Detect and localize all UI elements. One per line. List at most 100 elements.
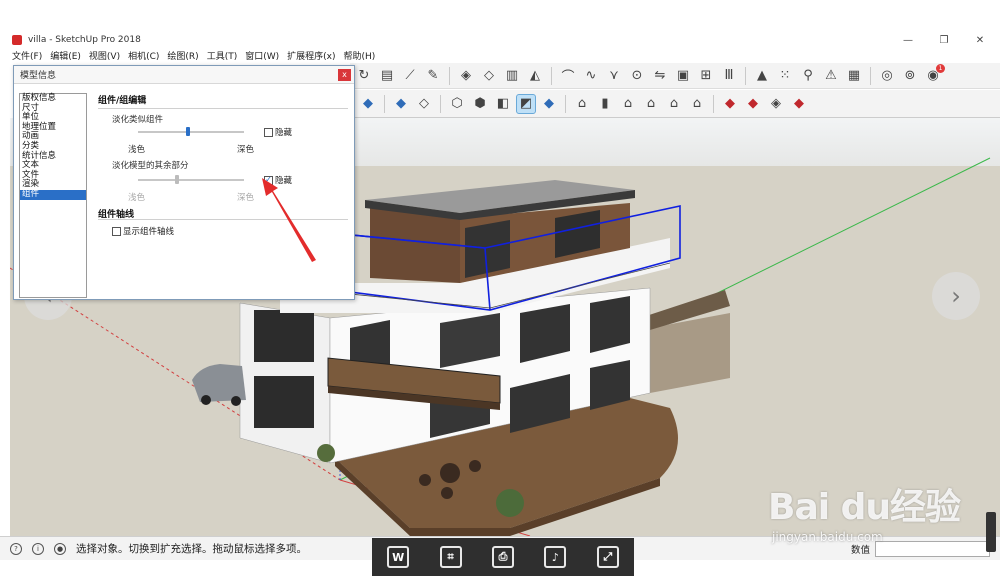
wireframe-icon[interactable]: ◇	[414, 94, 434, 114]
monochrome-icon[interactable]: ◩	[516, 93, 536, 114]
dialog-close-button[interactable]: x	[338, 69, 351, 81]
geo-location-icon[interactable]: ?	[10, 542, 22, 555]
menu-window[interactable]: 窗口(W)	[245, 49, 279, 62]
right-view-icon[interactable]: ⌂	[641, 94, 661, 114]
compass-icon[interactable]: ⚠	[821, 66, 841, 86]
component-icon[interactable]: ◈	[456, 66, 476, 86]
menu-help[interactable]: 帮助(H)	[344, 49, 376, 62]
menu-camera[interactable]: 相机(C)	[128, 49, 159, 62]
fade-rest-slider[interactable]	[138, 175, 244, 184]
box-icon[interactable]: ▣	[673, 66, 693, 86]
plant-pot	[317, 444, 335, 462]
style-icon[interactable]: ◆	[539, 94, 559, 114]
status-message: 选择对象。切换到扩充选择。拖动鼠标选择多项。	[76, 543, 307, 555]
print-icon[interactable]: ⎙	[491, 546, 514, 568]
show-axes-checkbox[interactable]	[112, 226, 121, 236]
parked-car	[192, 364, 246, 402]
flip-icon[interactable]: ⇋	[650, 66, 670, 86]
front-view-icon[interactable]: ⌂	[618, 94, 638, 114]
toolbar-separator	[713, 94, 714, 113]
toolbar-separator	[384, 94, 385, 113]
patio-table	[440, 463, 460, 483]
fade-similar-slider[interactable]	[138, 127, 244, 136]
dots-icon[interactable]: ⁙	[775, 66, 795, 86]
warehouse-icon[interactable]: ◆	[720, 94, 740, 114]
dark-caption-disabled: 深色	[237, 193, 255, 203]
slider-thumb[interactable]	[175, 175, 180, 184]
extension-icon[interactable]: ◉ 1	[923, 63, 945, 86]
share-model-icon[interactable]: ◆	[743, 94, 763, 114]
top-blank-frame	[0, 0, 1000, 32]
tape-icon[interactable]: ⟋	[400, 66, 420, 86]
crop-icon[interactable]: ⌗	[439, 546, 462, 568]
menu-edit[interactable]: 编辑(E)	[50, 49, 81, 62]
credits-icon[interactable]: i	[32, 542, 44, 555]
stamp-icon[interactable]: ⊙	[627, 66, 647, 86]
xray-icon[interactable]: ◆	[391, 94, 411, 114]
arc-icon[interactable]: ⌒	[558, 66, 578, 86]
rotate-icon[interactable]: ↻	[354, 66, 374, 86]
shaded-textures-icon[interactable]: ◧	[493, 94, 513, 114]
sketchup-logo-icon	[12, 35, 22, 45]
category-item-selected[interactable]: 组件	[20, 189, 86, 200]
slider-thumb[interactable]	[185, 127, 190, 136]
share-component-icon[interactable]: ◈	[766, 94, 786, 114]
hidden-line-icon[interactable]: ⬡	[447, 94, 467, 114]
shaded-icon[interactable]: ⬢	[470, 94, 490, 114]
toolbar-separator	[440, 94, 441, 113]
follow-icon[interactable]: ◭	[525, 66, 545, 86]
fade-similar-hide-row[interactable]: 隐藏	[264, 126, 292, 138]
dialog-content: 组件/组编辑 淡化类似组件 隐藏 浅色 深色 淡化模型的其余部分 ✓ 隐藏 浅色…	[98, 93, 348, 293]
top-view-icon[interactable]: ▮	[595, 94, 615, 114]
expand-icon[interactable]: ⤢	[596, 546, 619, 568]
fade-similar-hide-label: 隐藏	[275, 128, 293, 138]
iso-view-icon[interactable]: ⌂	[572, 94, 592, 114]
back-view-icon[interactable]: ⌂	[664, 94, 684, 114]
fence-icon[interactable]: Ⅲ	[719, 66, 739, 86]
fade-rest-label: 淡化模型的其余部分	[112, 161, 189, 171]
edit-text-icon[interactable]: W	[387, 546, 410, 568]
import-icon[interactable]: ⊚	[900, 66, 920, 86]
pen-icon[interactable]: ✎	[423, 66, 443, 86]
sandbox-icon[interactable]: ∿	[581, 66, 601, 86]
menu-draw[interactable]: 绘图(R)	[167, 49, 198, 62]
light-caption-disabled: 浅色	[128, 193, 146, 203]
push-pull-icon[interactable]: ▤	[377, 66, 397, 86]
toolbar-separator	[551, 66, 552, 85]
figure-icon[interactable]: ⚲	[798, 66, 818, 86]
trash-icon[interactable]: ▦	[844, 66, 864, 86]
title-bar: villa - SketchUp Pro 2018 — ❐ ✕	[0, 32, 1000, 48]
show-axes-row[interactable]: 显示组件轴线	[112, 225, 174, 237]
fade-similar-label: 淡化类似组件	[112, 115, 164, 125]
audio-icon[interactable]: ♪	[544, 546, 567, 568]
back-edges-icon[interactable]: ◆	[358, 94, 378, 114]
baidu-watermark: Bai du经验 jingyan.baidu.com	[768, 478, 968, 558]
divider	[98, 219, 348, 220]
left-view-icon[interactable]: ⌂	[687, 94, 707, 114]
menu-view[interactable]: 视图(V)	[89, 49, 120, 62]
restore-button[interactable]: ❐	[938, 35, 950, 46]
volume-gauge	[986, 512, 996, 552]
user-icon[interactable]: ●	[54, 542, 66, 555]
toolbar-separator	[870, 66, 871, 85]
fade-rest-hide-row[interactable]: ✓ 隐藏	[264, 174, 292, 186]
menu-tools[interactable]: 工具(T)	[207, 49, 238, 62]
window-front-4	[590, 296, 630, 353]
toolbar-separator	[745, 66, 746, 85]
section-icon[interactable]: ⊞	[696, 66, 716, 86]
minimize-button[interactable]: —	[902, 35, 914, 46]
fade-rest-hide-checkbox[interactable]: ✓	[264, 175, 273, 185]
notification-badge: 1	[936, 63, 945, 73]
extension-warehouse-icon[interactable]: ◆	[789, 94, 809, 114]
next-arrow-button[interactable]: ›	[932, 272, 980, 320]
scale-icon[interactable]: ▥	[502, 66, 522, 86]
smooth-icon[interactable]: ⋎	[604, 66, 624, 86]
tent-icon[interactable]: ▲	[752, 66, 772, 86]
fade-similar-hide-checkbox[interactable]	[264, 127, 273, 137]
section-title-component-edit: 组件/组编辑	[98, 96, 147, 106]
component2-icon[interactable]: ◇	[479, 66, 499, 86]
close-button[interactable]: ✕	[974, 35, 986, 46]
menu-file[interactable]: 文件(F)	[12, 49, 42, 62]
settings-icon[interactable]: ◎	[877, 66, 897, 86]
menu-extensions[interactable]: 扩展程序(x)	[287, 49, 335, 62]
